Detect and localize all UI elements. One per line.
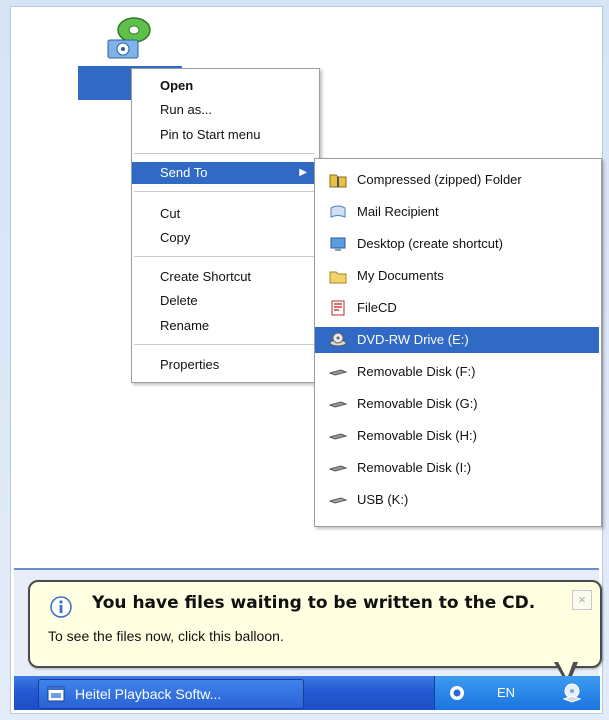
network-globe-icon[interactable]	[449, 685, 465, 701]
send-to-item-filecd[interactable]: FileCD	[315, 295, 599, 321]
removable-disk-icon	[329, 465, 347, 472]
removable-disk-icon	[329, 401, 347, 408]
menu-item-label: Pin to Start menu	[160, 127, 261, 142]
balloon-message: To see the files now, click this balloon…	[48, 628, 284, 644]
desktop-icon	[330, 237, 346, 251]
removable-disk-icon	[329, 433, 347, 440]
send-to-item-usb[interactable]: USB (K:)	[315, 487, 599, 513]
menu-item-label: Properties	[160, 357, 220, 372]
system-tray: EN	[434, 676, 600, 710]
menu-separator	[134, 153, 315, 154]
cd-burn-notification-balloon[interactable]: You have files waiting to be written to …	[28, 580, 602, 668]
removable-disk-icon	[329, 369, 347, 376]
mail-icon	[330, 205, 346, 218]
send-to-submenu: Compressed (zipped) Folder Mail Recipien…	[314, 158, 602, 527]
send-to-item-removable-g[interactable]: Removable Disk (G:)	[315, 391, 599, 417]
send-to-item-my-documents[interactable]: My Documents	[315, 263, 599, 289]
menu-item-label: Rename	[160, 318, 210, 333]
menu-separator	[134, 191, 315, 192]
context-menu: Open Run as... Pin to Start menu Send To…	[131, 68, 320, 383]
menu-item-label: Create Shortcut	[160, 269, 252, 284]
taskbar: Heitel Playback Softw... EN	[14, 676, 600, 710]
menu-item-delete[interactable]: Delete	[132, 290, 317, 312]
submenu-item-label: FileCD	[357, 300, 397, 315]
send-to-item-mail-recipient[interactable]: Mail Recipient	[315, 199, 599, 225]
submenu-item-label: Desktop (create shortcut)	[357, 236, 503, 251]
taskbar-button-label: Heitel Playback Softw...	[75, 686, 222, 702]
submenu-item-label: USB (K:)	[357, 492, 409, 507]
submenu-item-label: Compressed (zipped) Folder	[357, 172, 522, 187]
menu-item-label: Delete	[160, 293, 198, 308]
send-to-item-removable-i[interactable]: Removable Disk (I:)	[315, 455, 599, 481]
info-icon	[50, 596, 72, 618]
balloon-title: You have files waiting to be written to …	[92, 593, 536, 613]
send-to-item-dvd-rw-drive[interactable]: DVD-RW Drive (E:)	[315, 327, 599, 353]
usb-disk-icon	[329, 497, 347, 504]
language-indicator[interactable]: EN	[497, 685, 515, 700]
menu-separator	[134, 256, 315, 257]
submenu-item-label: My Documents	[357, 268, 444, 283]
taskbar-button-playback-software[interactable]: Heitel Playback Softw...	[38, 679, 304, 709]
menu-separator	[134, 344, 315, 345]
menu-item-open[interactable]: Open	[132, 75, 317, 97]
submenu-item-label: Removable Disk (G:)	[357, 396, 478, 411]
menu-item-cut[interactable]: Cut	[132, 203, 317, 225]
send-to-item-compressed-folder[interactable]: Compressed (zipped) Folder	[315, 167, 599, 193]
menu-item-send-to[interactable]: Send To ▶	[132, 162, 317, 184]
menu-item-properties[interactable]: Properties	[132, 354, 317, 376]
send-to-item-removable-f[interactable]: Removable Disk (F:)	[315, 359, 599, 385]
close-icon[interactable]: ×	[572, 590, 592, 610]
filecd-icon	[331, 300, 345, 316]
folder-icon	[329, 271, 347, 284]
menu-item-copy[interactable]: Copy	[132, 227, 317, 249]
menu-item-label: Open	[160, 78, 194, 93]
menu-item-label: Copy	[160, 230, 191, 245]
zip-folder-icon	[329, 174, 347, 188]
submenu-item-label: Removable Disk (F:)	[357, 364, 476, 379]
submenu-item-label: Removable Disk (H:)	[357, 428, 477, 443]
send-to-item-removable-h[interactable]: Removable Disk (H:)	[315, 423, 599, 449]
send-to-item-desktop[interactable]: Desktop (create shortcut)	[315, 231, 599, 257]
menu-item-create-shortcut[interactable]: Create Shortcut	[132, 266, 317, 288]
cd-burn-tray-icon[interactable]	[561, 682, 583, 704]
submenu-arrow-icon: ▶	[299, 167, 307, 178]
submenu-item-label: Removable Disk (I:)	[357, 460, 472, 475]
menu-item-label: Run as...	[160, 102, 213, 117]
menu-item-label: Send To	[160, 165, 208, 180]
submenu-item-label: DVD-RW Drive (E:)	[357, 332, 469, 347]
dvd-drive-icon	[329, 332, 347, 347]
application-window-icon	[47, 686, 65, 702]
submenu-item-label: Mail Recipient	[357, 204, 439, 219]
menu-item-pin-to-start[interactable]: Pin to Start menu	[132, 124, 317, 146]
cd-burn-folder-icon[interactable]	[100, 14, 156, 64]
menu-item-label: Cut	[160, 206, 181, 221]
menu-item-rename[interactable]: Rename	[132, 315, 317, 337]
menu-item-run-as[interactable]: Run as...	[132, 99, 317, 121]
